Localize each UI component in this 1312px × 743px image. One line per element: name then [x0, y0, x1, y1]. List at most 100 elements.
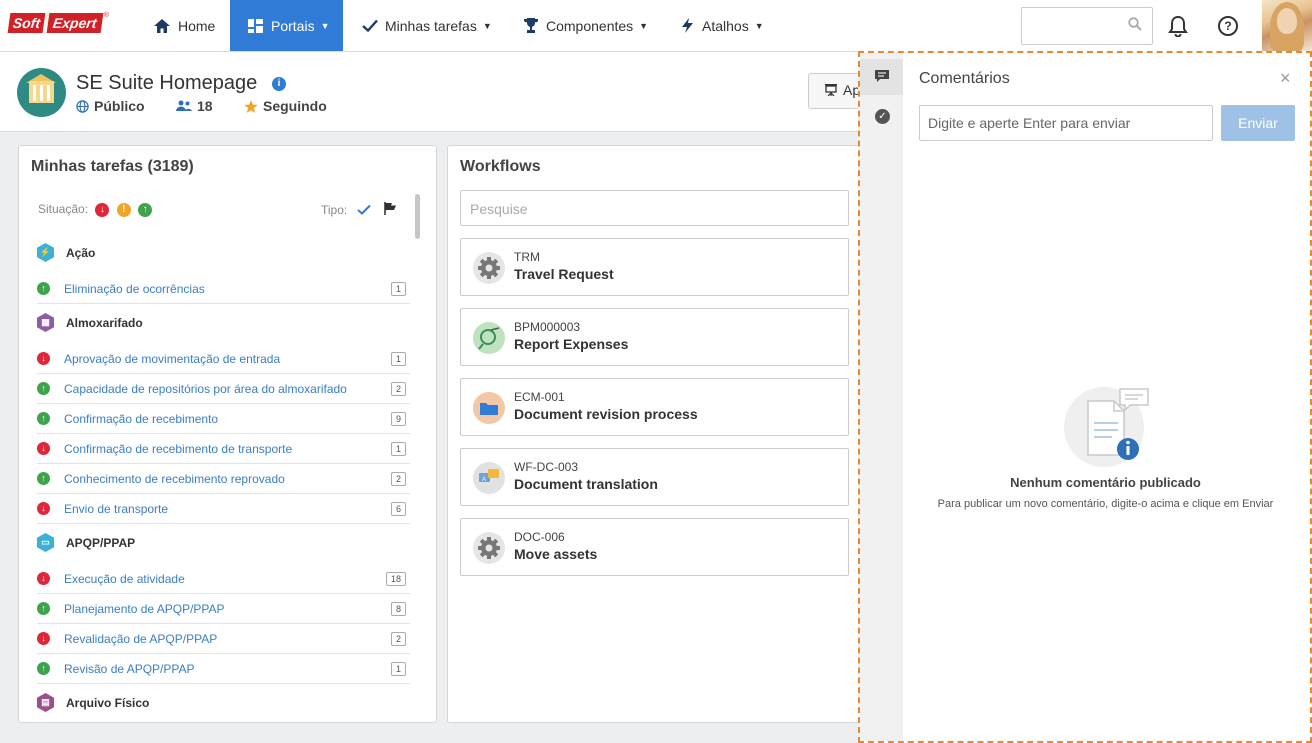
- nav-minhas-tarefas-label: Minhas tarefas: [385, 17, 477, 34]
- task-count: 1: [390, 351, 406, 366]
- workflow-card[interactable]: ECM-001 Document revision process: [460, 378, 849, 436]
- user-avatar[interactable]: [1262, 0, 1312, 51]
- task-group-acao: ⚡ Ação: [37, 243, 95, 262]
- empty-comments-title: Nenhum comentário publicado: [1010, 475, 1201, 490]
- task-row[interactable]: ↓ Revalidação de APQP/PPAP 2: [37, 624, 410, 654]
- task-row[interactable]: ↑ Confirmação de recebimento 9: [37, 404, 410, 434]
- follow-label: Seguindo: [263, 98, 327, 114]
- task-count: 1: [390, 281, 406, 296]
- task-label[interactable]: Capacidade de repositórios por área do a…: [64, 382, 391, 396]
- exclamation-icon[interactable]: !: [116, 202, 131, 217]
- arrow-up-green-icon[interactable]: ↑: [138, 202, 153, 217]
- workflow-name: Document revision process: [514, 406, 698, 422]
- page-title: SE Suite Homepage: [76, 72, 258, 94]
- arrow-up-green-icon: ↑: [37, 602, 50, 615]
- workflow-search-input[interactable]: Pesquise: [460, 190, 849, 226]
- task-group-label: Ação: [66, 245, 96, 260]
- task-label[interactable]: Revalidação de APQP/PPAP: [64, 632, 391, 646]
- task-row[interactable]: ↑ Revisão de APQP/PPAP 1: [37, 654, 410, 684]
- task-row[interactable]: ↑ Eliminação de ocorrências 1: [37, 274, 410, 304]
- comment-icon: [875, 70, 889, 82]
- arrow-down-red-icon: ↓: [37, 352, 50, 365]
- workflow-card[interactable]: DOC-006 Move assets: [460, 518, 849, 576]
- info-icon[interactable]: i: [272, 77, 286, 91]
- task-label[interactable]: Revisão de APQP/PPAP: [64, 662, 391, 676]
- arrow-up-green-icon: ↑: [37, 472, 50, 485]
- global-search-input[interactable]: [1021, 7, 1153, 45]
- gear-icon: [473, 532, 505, 564]
- expense-icon: [473, 322, 505, 354]
- task-label[interactable]: Planejamento de APQP/PPAP: [64, 602, 391, 616]
- trophy-icon: [524, 18, 538, 33]
- help-icon[interactable]: ?: [1218, 16, 1238, 36]
- search-icon: [1128, 17, 1142, 31]
- arrow-down-red-icon[interactable]: ↓: [95, 202, 110, 217]
- task-label[interactable]: Eliminação de ocorrências: [64, 282, 391, 296]
- workflow-card[interactable]: TRM Travel Request: [460, 238, 849, 296]
- globe-icon: [76, 99, 89, 113]
- translate-icon: A: [473, 462, 505, 494]
- type-filter: Tipo:: [321, 202, 397, 217]
- logo-registered: ®: [103, 12, 109, 19]
- workflow-code: BPM000003: [514, 320, 581, 334]
- flag-icon[interactable]: [384, 202, 397, 215]
- members-label: 18: [197, 98, 213, 114]
- tasks-panel: Minhas tarefas (3189) Situação: ↓ ! ↑ Ti…: [18, 145, 437, 723]
- task-count: 2: [390, 471, 406, 486]
- chevron-down-icon: ▼: [482, 20, 492, 31]
- task-group-apqp: ▭ APQP/PPAP: [37, 533, 135, 552]
- task-row[interactable]: ↓ Envio de transporte 6: [37, 494, 410, 524]
- bell-icon[interactable]: [1168, 15, 1188, 37]
- task-label[interactable]: Execução de atividade: [64, 572, 386, 586]
- users-icon: [176, 100, 192, 111]
- comments-side-tabs: ✓: [860, 53, 903, 741]
- arrow-down-red-icon: ↓: [37, 632, 50, 645]
- follow-status[interactable]: Seguindo: [244, 98, 327, 114]
- task-label[interactable]: Confirmação de recebimento de transporte: [64, 442, 391, 456]
- task-row[interactable]: ↓ Aprovação de movimentação de entrada 1: [37, 344, 410, 374]
- comments-tab[interactable]: [860, 59, 903, 95]
- task-count: 18: [385, 571, 406, 586]
- send-button[interactable]: Enviar: [1221, 105, 1295, 141]
- comment-input[interactable]: Digite e aperte Enter para enviar: [919, 105, 1213, 141]
- task-row[interactable]: ↑ Conhecimento de recebimento reprovado …: [37, 464, 410, 494]
- task-row[interactable]: ↑ Planejamento de APQP/PPAP 8: [37, 594, 410, 624]
- task-group-arquivo-fisico: ▤ Arquivo Físico: [37, 693, 149, 712]
- avatar-face: [1277, 8, 1297, 34]
- task-row[interactable]: ↓ Execução de atividade 18: [37, 564, 410, 594]
- task-count: 9: [390, 411, 406, 426]
- workflow-card[interactable]: A WF-DC-003 Document translation: [460, 448, 849, 506]
- task-row[interactable]: ↑ Capacidade de repositórios por área do…: [37, 374, 410, 404]
- logo-expert: Expert: [44, 13, 104, 33]
- arrow-up-green-icon: ↑: [37, 282, 50, 295]
- tasks-scrollbar[interactable]: [415, 194, 420, 239]
- home-icon: [154, 18, 170, 33]
- check-icon[interactable]: [356, 204, 371, 215]
- task-row[interactable]: ↓ Confirmação de recebimento de transpor…: [37, 434, 410, 464]
- nav-home[interactable]: Home: [154, 0, 215, 51]
- task-label[interactable]: Confirmação de recebimento: [64, 412, 391, 426]
- task-label[interactable]: Aprovação de movimentação de entrada: [64, 352, 391, 366]
- status-filter-label: Situação:: [38, 202, 89, 216]
- car-hex-icon: ▭: [37, 533, 54, 552]
- task-label[interactable]: Conhecimento de recebimento reprovado: [64, 472, 391, 486]
- arrow-down-red-icon: ↓: [37, 442, 50, 455]
- comments-panel: ✓ Comentários × Digite e aperte Enter pa…: [858, 51, 1312, 743]
- approval-check-icon[interactable]: ✓: [875, 109, 890, 124]
- nav-minhas-tarefas[interactable]: Minhas tarefas ▼: [362, 0, 492, 51]
- members-count[interactable]: 18: [176, 98, 213, 114]
- workflow-card[interactable]: BPM000003 Report Expenses: [460, 308, 849, 366]
- softexpert-logo[interactable]: Soft Expert ®: [7, 12, 109, 34]
- nav-atalhos-label: Atalhos: [702, 17, 749, 34]
- visibility-status: Público: [76, 98, 145, 114]
- workflow-code: DOC-006: [514, 530, 565, 544]
- nav-atalhos[interactable]: Atalhos ▼: [682, 0, 764, 51]
- task-count: 6: [390, 501, 406, 516]
- task-label[interactable]: Envio de transporte: [64, 502, 391, 516]
- nav-componentes[interactable]: Componentes ▼: [524, 0, 648, 51]
- tasks-panel-title: Minhas tarefas (3189): [31, 158, 194, 175]
- nav-portais[interactable]: Portais ▼: [230, 0, 343, 51]
- close-icon[interactable]: ×: [1280, 68, 1291, 89]
- empty-comments-illustration: [1064, 387, 1149, 467]
- workflow-code: WF-DC-003: [514, 460, 579, 474]
